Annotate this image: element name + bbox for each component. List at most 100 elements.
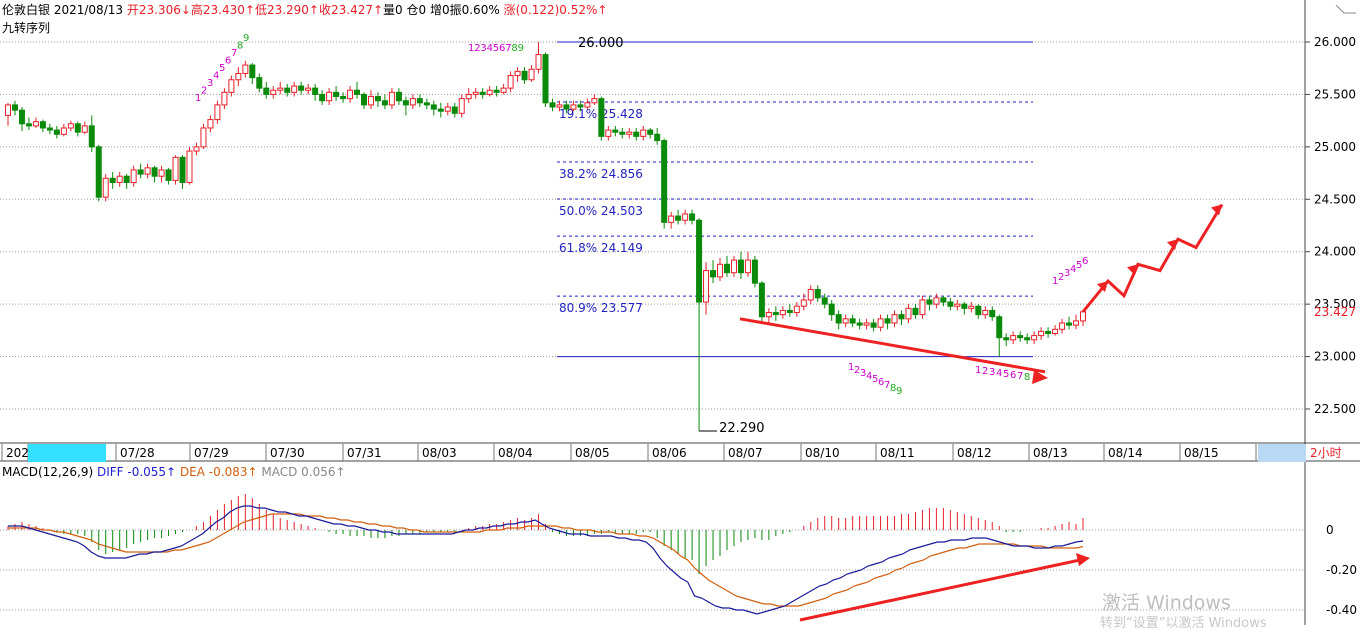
candle-body: [584, 102, 591, 108]
candle-body: [493, 89, 500, 93]
td-sequence-digit: 9: [518, 43, 524, 54]
candle-body: [193, 146, 200, 152]
candle-body: [319, 93, 326, 102]
td-sequence-digit: 9: [243, 33, 249, 44]
macd-divergence-arrowhead: [1076, 553, 1090, 566]
macd-label: MACD(12,26,9): [2, 465, 94, 479]
corner-icon[interactable]: [1334, 0, 1358, 14]
candle-body: [703, 270, 710, 303]
macd-header: MACD(12,26,9) DIFF -0.055↑ DEA -0.083↑ M…: [2, 465, 346, 479]
candle-body: [361, 93, 368, 106]
candle-body: [88, 125, 95, 148]
open-price: 开23.306↓: [126, 3, 191, 17]
candle-body: [723, 263, 730, 274]
fib-level-label: 50.0% 24.503: [559, 204, 643, 218]
candle-body: [221, 91, 228, 106]
candle-body: [291, 85, 298, 93]
candle-body: [409, 98, 416, 106]
date-tick-label: 08/07: [728, 446, 763, 460]
candle-body: [25, 123, 32, 127]
candle-body: [807, 288, 814, 301]
candle-body: [821, 297, 828, 305]
candle-body: [270, 89, 277, 95]
candle-body: [228, 79, 235, 93]
candle-body: [235, 72, 242, 81]
quote-date: 2021/08/13: [53, 3, 124, 17]
candle-body: [961, 303, 968, 309]
candle-body: [870, 322, 877, 328]
candle-body: [696, 219, 703, 303]
candle-body: [102, 177, 109, 198]
candle-body: [395, 91, 402, 102]
price-tick-label: 25.500: [1314, 87, 1356, 101]
instrument-name: 伦敦白银: [2, 3, 51, 17]
fib-level-label: 80.9% 23.577: [559, 301, 643, 315]
candle-body: [465, 93, 472, 100]
candle-body: [423, 102, 430, 106]
date-tick-label: 08/15: [1184, 446, 1219, 460]
date-tick-label: 08/06: [652, 446, 687, 460]
candle-body: [137, 169, 144, 175]
macd-tick-label: -0.40: [1326, 603, 1357, 617]
candle-body: [772, 312, 779, 316]
price-tick-label: 24.000: [1314, 245, 1356, 259]
candle-body: [1052, 328, 1059, 335]
candlestick-chart[interactable]: 26.00025.50025.00024.50024.00023.50023.0…: [0, 0, 1360, 625]
period-label[interactable]: 2小时: [1310, 444, 1342, 461]
candle-body: [151, 167, 158, 177]
candle-body: [39, 121, 46, 129]
macd-tick-label: -0.20: [1326, 563, 1357, 577]
candle-body: [333, 91, 340, 98]
macd-value: MACD 0.056↑: [261, 465, 346, 479]
candle-body: [500, 87, 507, 93]
td-sequence-digit: 6: [1082, 256, 1088, 267]
candle-body: [123, 175, 130, 184]
candle-body: [570, 104, 577, 110]
high-price: 高23.430↑: [190, 3, 255, 17]
macd-dea: DEA -0.083↑: [179, 465, 258, 479]
candle-body: [172, 156, 179, 181]
candle-body: [284, 87, 291, 93]
candle-body: [388, 91, 395, 106]
candle-body: [416, 98, 423, 104]
candle-body: [661, 140, 668, 223]
amplitude: 振0.60%: [449, 3, 500, 17]
candle-body: [710, 270, 717, 278]
candle-body: [549, 102, 556, 108]
candle-body: [11, 104, 18, 111]
candle-body: [619, 131, 626, 135]
date-tick-label: 08/05: [575, 446, 610, 460]
candle-body: [751, 259, 758, 284]
volume: 量0: [383, 3, 403, 17]
candle-body: [18, 109, 25, 125]
candle-body: [312, 87, 319, 95]
candle-body: [933, 297, 940, 305]
td-sequence-digit: 8: [1024, 372, 1030, 383]
fib-high-label: 26.000: [578, 36, 624, 51]
candle-body: [849, 318, 856, 324]
candle-body: [67, 123, 74, 129]
close-price: 收23.427↑: [318, 3, 384, 17]
candle-body: [689, 213, 696, 221]
candle-body: [598, 98, 605, 137]
candle-body: [863, 322, 870, 326]
candle-body: [940, 297, 947, 303]
macd-tick-label: 0: [1326, 523, 1334, 537]
td-sequence-digit: 2: [982, 366, 988, 377]
price-tick-label: 24.500: [1314, 192, 1356, 206]
date-tick-label: 08/04: [498, 446, 533, 460]
fib-level-label: 38.2% 24.856: [559, 167, 643, 181]
candle-body: [472, 91, 479, 95]
candle-body: [786, 309, 793, 314]
candle-body: [682, 213, 689, 221]
date-tick-label: 08/14: [1108, 446, 1143, 460]
candle-body: [647, 129, 654, 135]
candle-body: [1073, 320, 1080, 326]
candle-body: [884, 318, 891, 324]
candle-body: [717, 263, 724, 278]
future-date-highlight: [1258, 444, 1306, 462]
candle-body: [1066, 322, 1073, 326]
date-tick-label: 202: [6, 446, 29, 460]
candle-body: [347, 89, 354, 100]
candle-body: [842, 318, 849, 324]
